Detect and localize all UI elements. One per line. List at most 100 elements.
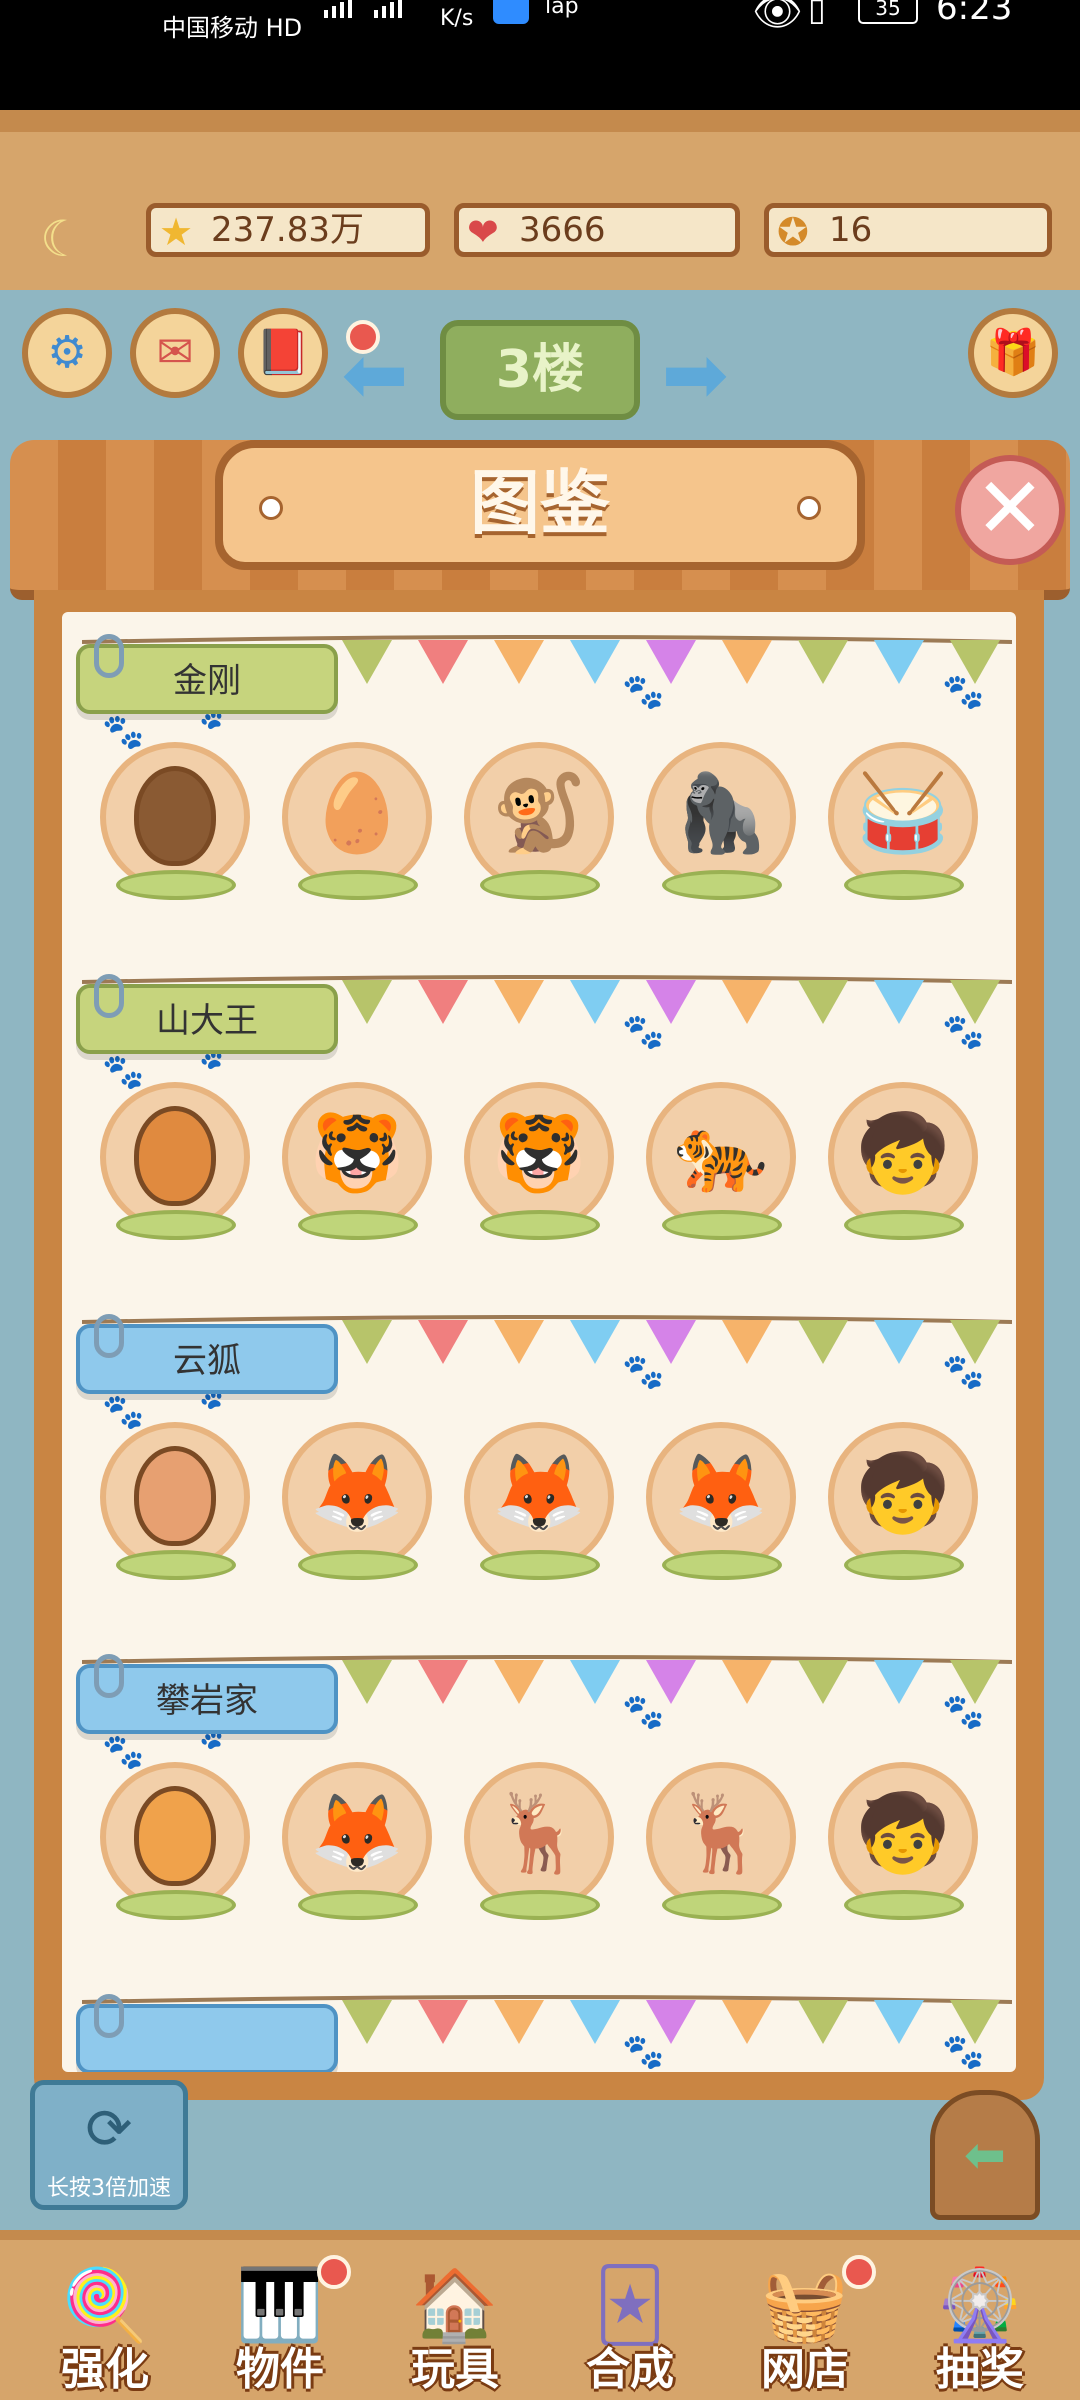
character-slot[interactable]	[100, 1422, 250, 1580]
character-icon: 🦊	[673, 1448, 769, 1537]
character-icon: 🧒	[855, 1448, 951, 1537]
resource-hearts: ❤ 3666	[454, 203, 740, 257]
character-slot[interactable]: 🦊	[282, 1762, 432, 1920]
nav-house-toy-button[interactable]: 🏠 玩具	[380, 2265, 530, 2400]
character-slot[interactable]: 🧒	[828, 1762, 978, 1920]
character-slot[interactable]	[100, 742, 250, 900]
plate-rivet	[259, 496, 283, 520]
modal-title: 图鉴	[470, 462, 610, 544]
character-slot[interactable]: 🦌	[464, 1762, 614, 1920]
speedup-button[interactable]: ⟳ 长按3倍加速	[30, 2080, 188, 2210]
modal-title-plate: 图鉴	[215, 440, 865, 570]
character-icon: 🦊	[309, 1788, 405, 1877]
notification-dot	[317, 2255, 351, 2289]
prev-floor-button[interactable]: ⬅	[340, 330, 410, 420]
nav-piano-button[interactable]: 🎹 物件	[205, 2255, 355, 2400]
network-rate: K/s	[440, 6, 474, 31]
series-label	[76, 1994, 338, 2072]
nav-wheel-button[interactable]: 🎡 抽奖	[905, 2265, 1055, 2400]
character-slot[interactable]: 🐯	[282, 1082, 432, 1240]
character-slot[interactable]: 🦊	[464, 1422, 614, 1580]
character-icon: 🦌	[491, 1788, 587, 1877]
paw-print-decoration: 🐾	[622, 1692, 665, 1732]
character-slot[interactable]: 🥚	[282, 742, 432, 900]
character-slot[interactable]: 🦍	[646, 742, 796, 900]
paw-print-decoration: 🐾	[942, 1012, 985, 1052]
series-label: 金刚	[76, 634, 338, 714]
mail-button[interactable]: ✉	[130, 308, 220, 398]
paperclip-icon	[94, 1654, 124, 1698]
nav-basket-button[interactable]: 🧺 网店	[730, 2255, 880, 2400]
character-slot[interactable]: 🥁	[828, 742, 978, 900]
book-button[interactable]: 📕	[238, 308, 328, 398]
nav-label: 合成	[586, 2344, 674, 2395]
character-icon: 🐯	[309, 1108, 405, 1197]
app-label: lap	[545, 0, 579, 19]
collection-row: 🐾🐾🐾🐾金刚🥚🐒🦍🥁	[62, 612, 1016, 952]
close-button[interactable]: ✕	[955, 455, 1065, 565]
signal-icon	[320, 0, 430, 20]
nav-label: 抽奖	[936, 2344, 1024, 2395]
character-slot[interactable]: 🧒	[828, 1082, 978, 1240]
nav-label: 玩具	[411, 2344, 499, 2395]
character-icon: 🐅	[673, 1108, 769, 1197]
character-icon: 🧒	[855, 1788, 951, 1877]
notification-dot	[842, 2255, 876, 2289]
egg-icon	[134, 1106, 216, 1206]
close-icon: ✕	[974, 459, 1046, 557]
resource-value: 237.83万	[211, 210, 364, 250]
collection-row: 🐾🐾🐾🐾攀岩家🦊🦌🦌🧒	[62, 1632, 1016, 1972]
paw-print-decoration: 🐾	[102, 1392, 145, 1432]
nav-swirl-button[interactable]: 🍭 强化	[30, 2265, 180, 2400]
gear-icon: ⚙	[47, 327, 87, 378]
series-label: 山大王	[76, 974, 338, 1054]
gift-icon: 🎁	[985, 327, 1041, 378]
paperclip-icon	[94, 974, 124, 1018]
app-notification-icon	[493, 0, 529, 24]
character-slot[interactable]: 🦊	[282, 1422, 432, 1580]
settings-gear-button[interactable]: ⚙	[22, 308, 112, 398]
character-slot[interactable]: 🐯	[464, 1082, 614, 1240]
gift-button[interactable]: 🎁	[968, 308, 1058, 398]
wheel-icon: 🎡	[936, 2264, 1024, 2346]
grass-base	[116, 870, 236, 900]
character-icon: 🦊	[309, 1448, 405, 1537]
cards-icon: 🃏	[594, 2264, 666, 2346]
exit-door-button[interactable]: ⬅	[930, 2090, 1040, 2220]
paw-print-decoration: 🐾	[102, 1732, 145, 1772]
arrow-left-icon: ⬅	[341, 328, 409, 421]
clock: 6:23	[936, 0, 1013, 28]
character-icon: 🦊	[491, 1448, 587, 1537]
paw-print-decoration: 🐾	[102, 1052, 145, 1092]
plate-rivet	[797, 496, 821, 520]
house-toy-icon: 🏠	[411, 2264, 499, 2346]
nav-cards-button[interactable]: 🃏 合成	[555, 2265, 705, 2400]
resource-stars: ★ 237.83万	[146, 203, 430, 257]
paw-print-decoration: 🐾	[622, 672, 665, 712]
character-slot[interactable]: 🐒	[464, 742, 614, 900]
character-slot[interactable]	[100, 1082, 250, 1240]
paw-print-decoration: 🐾	[942, 1352, 985, 1392]
collection-row: 🐾🐾🐾🐾	[62, 1972, 1016, 2072]
paperclip-icon	[94, 1994, 124, 2038]
speedup-label: 长按3倍加速	[47, 2176, 171, 2201]
character-icon: 🥚	[309, 768, 405, 857]
clock-speed-icon: ⟳	[85, 2097, 133, 2162]
collection-list[interactable]: 🐾🐾🐾🐾金刚🥚🐒🦍🥁🐾🐾🐾🐾山大王🐯🐯🐅🧒🐾🐾🐾🐾云狐🦊🦊🦊🧒🐾🐾🐾🐾攀岩家🦊🦌…	[62, 612, 1016, 2072]
door-arrow-icon: ⬅	[964, 2126, 1006, 2184]
character-slot[interactable]	[100, 1762, 250, 1920]
grass-base	[116, 1210, 236, 1240]
character-slot[interactable]: 🦊	[646, 1422, 796, 1580]
nav-label: 网店	[761, 2344, 849, 2395]
next-floor-button[interactable]: ➡	[660, 330, 730, 420]
egg-icon	[134, 1786, 216, 1886]
character-slot[interactable]: 🦌	[646, 1762, 796, 1920]
carrier-label: 中国移动 HD	[162, 14, 303, 42]
character-slot[interactable]: 🧒	[828, 1422, 978, 1580]
character-icon: 🐯	[491, 1108, 587, 1197]
resource-value: 16	[829, 210, 873, 250]
envelope-icon: ✉	[156, 327, 194, 378]
egg-icon	[134, 766, 216, 866]
series-label: 云狐	[76, 1314, 338, 1394]
character-slot[interactable]: 🐅	[646, 1082, 796, 1240]
